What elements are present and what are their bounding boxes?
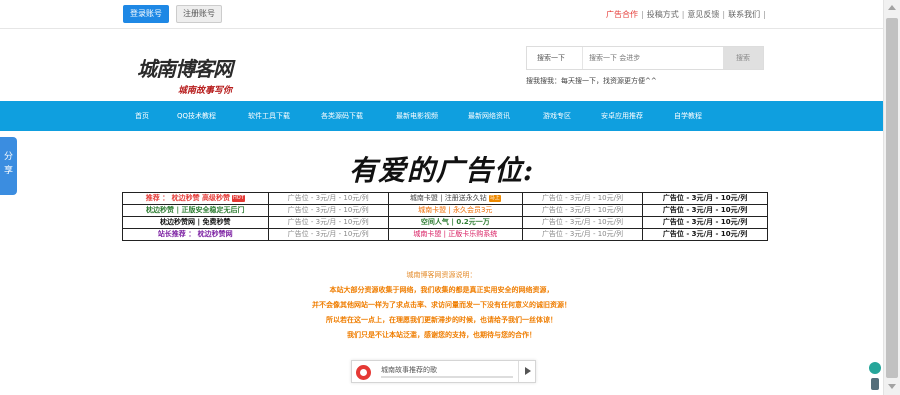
music-player: 城南故事推荐的歌 [351, 360, 536, 383]
nav-item-self-study[interactable]: 自学教程 [674, 101, 702, 131]
top-link-contact[interactable]: 联系我们 [728, 10, 760, 19]
nav-item-home[interactable]: 首页 [135, 101, 149, 131]
nav-item-source-code[interactable]: 各类源码下载 [321, 101, 363, 131]
ad-cell[interactable]: 推荐 ： 枕边秒赞 高级秒赞 HOT [122, 192, 269, 205]
music-logo-icon [356, 365, 371, 380]
ad-row: 枕边秒赞 | 正版安全稳定无后门 广告位 - 3元/月 - 10元/列 城南卡盟… [122, 204, 768, 217]
ad-cell[interactable]: 空间人气 | 0.2元一万 [387, 216, 523, 229]
top-bar: 登录账号 注册账号 广告合作 | 投稿方式 | 意见反馈 | 联系我们 | [0, 0, 883, 29]
ad-cell[interactable]: 广告位 - 3元/月 - 10元/列 [267, 204, 389, 217]
ad-table: 推荐 ： 枕边秒赞 高级秒赞 HOT 广告位 - 3元/月 - 10元/列 城南卡… [122, 192, 768, 241]
notice-line: 我们只是不让本站泛滥，感谢您的支持，也期待与您的合作！ [347, 331, 536, 339]
ad-cell[interactable]: 广告位 - 3元/月 - 10元/列 [521, 228, 644, 241]
nav-item-movies[interactable]: 最新电影视频 [396, 101, 438, 131]
ad-cell[interactable]: 广告位 - 3元/月 - 10元/列 [642, 228, 768, 241]
ad-cell[interactable]: 站长推荐 ： 枕边秒赞网 [122, 228, 269, 241]
notice-line: 并不会像其他网站一样为了求点击率、求访问量而发一下没有任何意义的诚旧资源！ [312, 301, 571, 309]
ad-cell[interactable]: 城南卡盟 | 永久会员3元 [387, 204, 523, 217]
logo-sub-text: 城南故事写你 [178, 86, 233, 96]
ad-cell[interactable]: 广告位 - 3元/月 - 10元/列 [267, 192, 389, 205]
nav-item-news[interactable]: 最新网络资讯 [468, 101, 510, 131]
ad-row: 枕边秒赞网 | 免费秒赞 广告位 - 3元/月 - 10元/列 空间人气 | 0… [122, 216, 768, 229]
ad-cell[interactable]: 广告位 - 3元/月 - 10元/列 [642, 192, 768, 205]
register-button[interactable]: 注册账号 [176, 5, 222, 23]
search-tip: 搜我搜我：每天搜一下，找资源更方便^^ [526, 77, 657, 85]
nav-item-games[interactable]: 游戏专区 [543, 101, 571, 131]
nav-item-software[interactable]: 软件工具下载 [248, 101, 290, 131]
new-badge: 马上 [488, 194, 501, 202]
top-link-ad-cooperation[interactable]: 广告合作 [606, 10, 638, 19]
nav-item-android-apps[interactable]: 安卓应用推荐 [601, 101, 643, 131]
ad-row: 推荐 ： 枕边秒赞 高级秒赞 HOT 广告位 - 3元/月 - 10元/列 城南卡… [122, 192, 768, 205]
ad-cell[interactable]: 广告位 - 3元/月 - 10元/列 [521, 204, 644, 217]
page-scrollbar[interactable] [883, 0, 900, 395]
resource-notice: 城南博客网资源说明： 本站大部分资源收集于网络，我们收集的都是真正实用安全的网络… [0, 268, 883, 343]
search-input[interactable] [585, 49, 715, 67]
ad-section-title: 有爱的广告位: [348, 154, 535, 187]
nav-item-qq-tutorials[interactable]: QQ技术教程 [177, 101, 216, 131]
scroll-thumb[interactable] [886, 18, 898, 378]
scroll-up-icon[interactable] [888, 5, 896, 10]
login-button[interactable]: 登录账号 [123, 5, 169, 23]
ad-cell[interactable]: 广告位 - 3元/月 - 10元/列 [642, 216, 768, 229]
site-logo[interactable]: 城南博客网 城南故事写你 [137, 53, 252, 97]
ad-row: 站长推荐 ： 枕边秒赞网 广告位 - 3元/月 - 10元/列 城南卡盟 | 正… [122, 228, 768, 241]
ad-cell[interactable]: 广告位 - 3元/月 - 10元/列 [521, 192, 644, 205]
search-button[interactable]: 搜索 [723, 47, 763, 69]
search-category-select[interactable]: 搜索一下 [527, 47, 583, 69]
page: 登录账号 注册账号 广告合作 | 投稿方式 | 意见反馈 | 联系我们 | 城南博客网 城南故… [0, 0, 900, 395]
play-icon[interactable] [518, 361, 536, 382]
scroll-down-icon[interactable] [888, 384, 896, 389]
ad-cell[interactable]: 广告位 - 3元/月 - 10元/列 [267, 228, 389, 241]
notice-line: 本站大部分资源收集于网络，我们收集的都是真正实用安全的网络资源， [329, 286, 554, 294]
player-progress-bar[interactable] [381, 376, 513, 378]
top-link-submission[interactable]: 投稿方式 [647, 10, 679, 19]
logo-main-text: 城南博客网 [137, 57, 233, 81]
ad-cell[interactable]: 城南卡盟 | 注册送永久钻 马上 [387, 192, 523, 205]
back-to-top-icon[interactable] [867, 360, 883, 392]
search-box: 搜索一下 搜索 [526, 46, 764, 70]
top-links: 广告合作 | 投稿方式 | 意见反馈 | 联系我们 | [606, 10, 766, 19]
notice-line: 所以若在这一点上，在理愿我们更新滞步的时候，也请给予我们一丝体谅！ [326, 316, 557, 324]
ad-cell[interactable]: 枕边秒赞网 | 免费秒赞 [122, 216, 269, 229]
notice-title: 城南博客网资源说明： [406, 271, 477, 279]
ad-cell[interactable]: 广告位 - 3元/月 - 10元/列 [642, 204, 768, 217]
hot-badge: HOT [232, 194, 245, 202]
ad-cell[interactable]: 广告位 - 3元/月 - 10元/列 [521, 216, 644, 229]
player-song-title: 城南故事推荐的歌 [381, 366, 437, 374]
top-link-feedback[interactable]: 意见反馈 [687, 10, 719, 19]
ad-cell[interactable]: 城南卡盟 | 正版卡乐购系统 [387, 228, 523, 241]
ad-cell[interactable]: 枕边秒赞 | 正版安全稳定无后门 [122, 204, 269, 217]
main-nav: 首页 QQ技术教程 软件工具下载 各类源码下载 最新电影视频 最新网络资讯 游戏… [0, 101, 883, 131]
ad-cell[interactable]: 广告位 - 3元/月 - 10元/列 [267, 216, 389, 229]
